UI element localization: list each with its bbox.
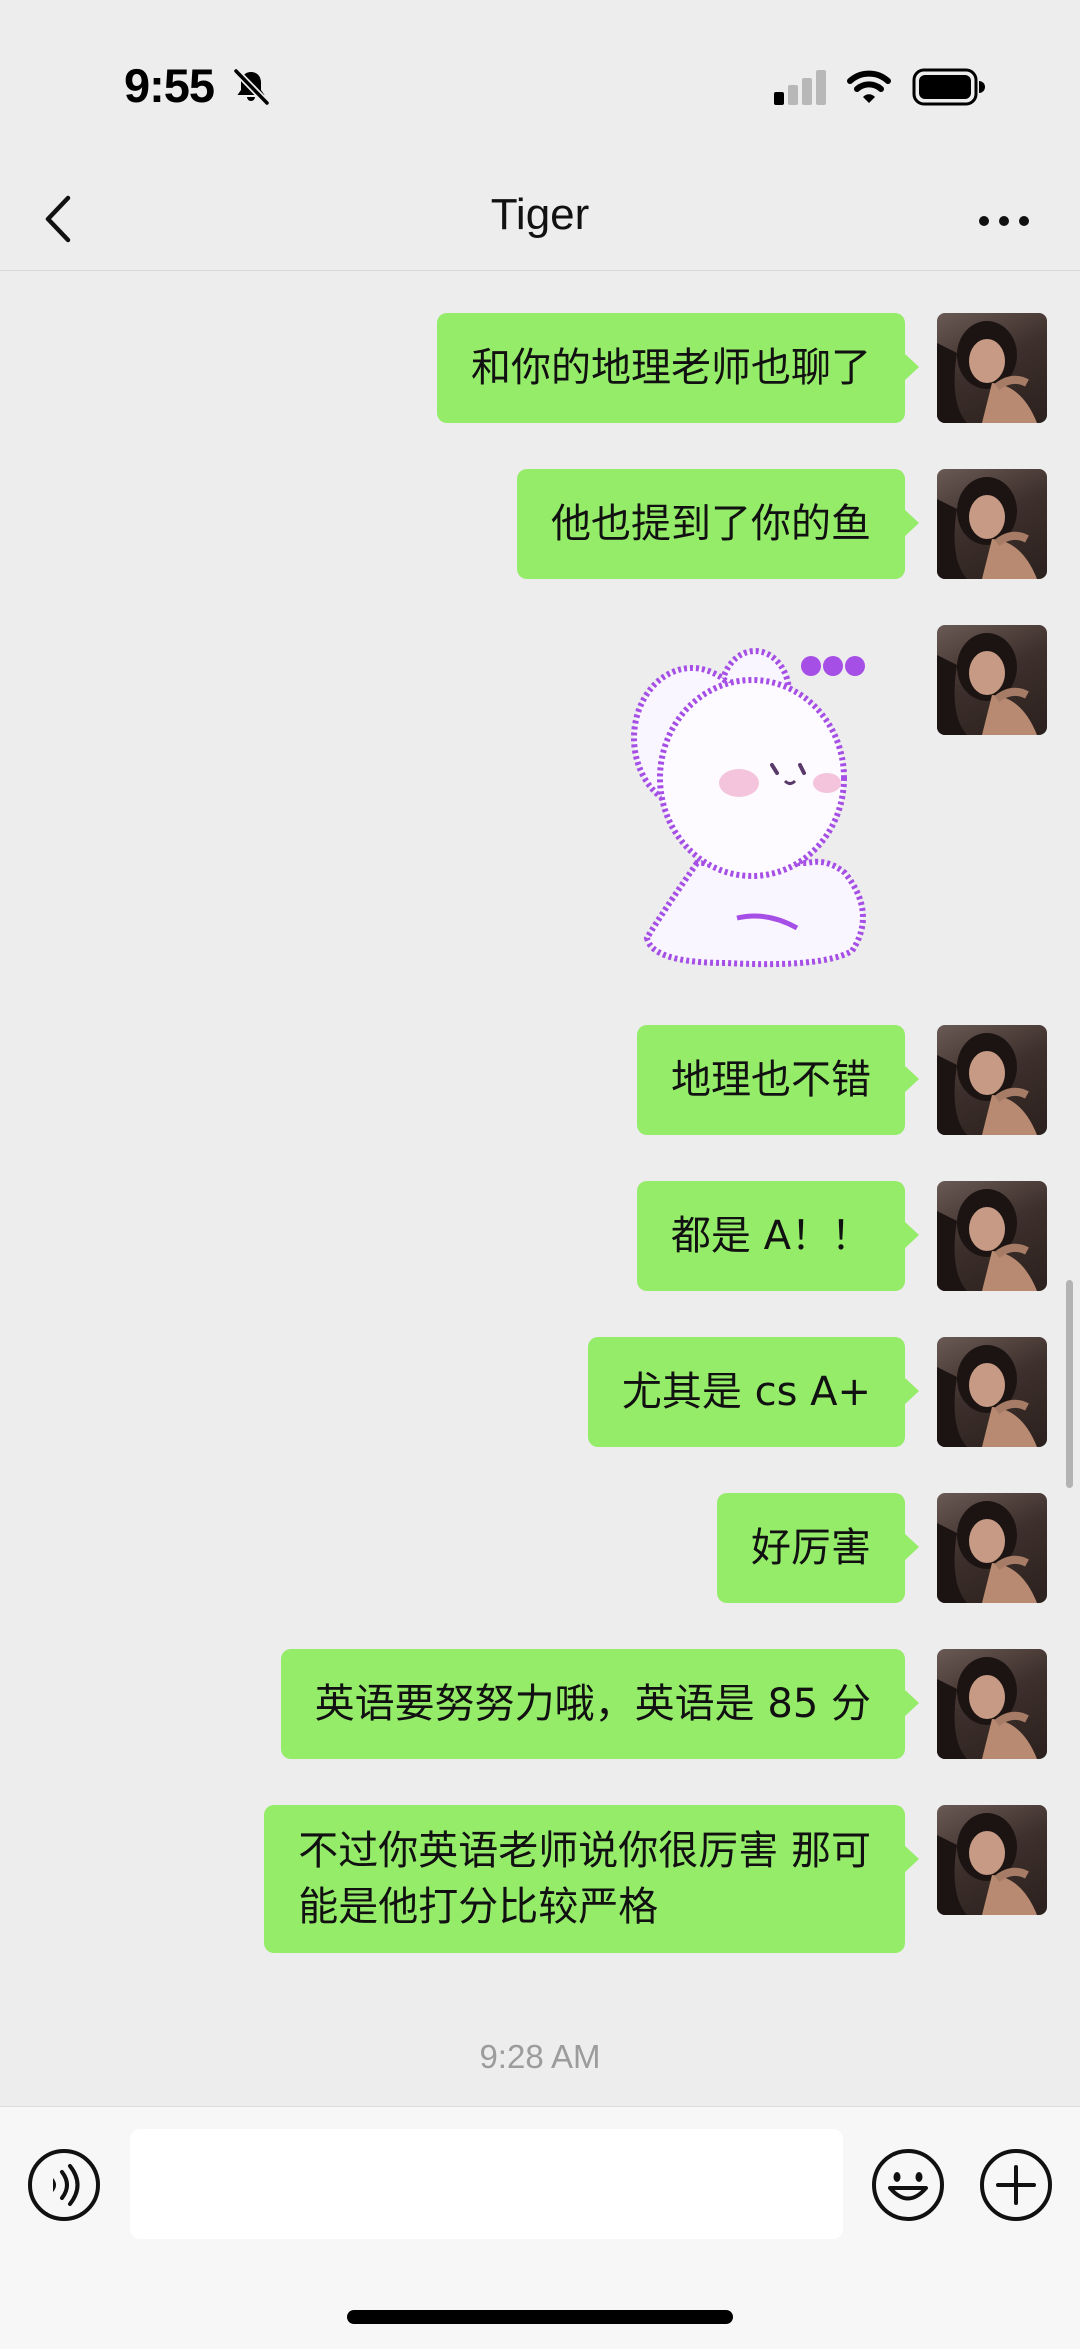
message-bubble[interactable]: 不过你英语老师说你很厉害 那可 能是他打分比较严格 bbox=[264, 1805, 919, 1953]
message-row: 和你的地理老师也聊了 bbox=[437, 313, 1047, 423]
message-input[interactable] bbox=[130, 2129, 843, 2239]
home-indicator bbox=[347, 2310, 733, 2324]
message-bubble[interactable]: 都是 A！！ bbox=[636, 1181, 920, 1291]
avatar-photo bbox=[937, 1501, 1037, 1603]
message-bubble[interactable]: 好厉害 bbox=[717, 1493, 919, 1603]
avatar-photo bbox=[937, 321, 1037, 423]
avatar[interactable] bbox=[937, 625, 1047, 735]
plus-icon[interactable] bbox=[978, 2147, 1054, 2223]
avatar[interactable] bbox=[937, 1181, 1047, 1291]
status-bar: 9:55 bbox=[0, 0, 1080, 170]
avatar[interactable] bbox=[937, 1493, 1047, 1603]
avatar-photo bbox=[937, 1345, 1037, 1447]
wifi-icon bbox=[847, 70, 891, 103]
message-bubble[interactable]: 地理也不错 bbox=[637, 1025, 919, 1135]
cellular-signal-icon bbox=[774, 70, 826, 105]
message-row: 地理也不错 bbox=[637, 1025, 1047, 1135]
message-line: 能是他打分比较严格 bbox=[298, 1884, 659, 1930]
avatar[interactable] bbox=[937, 1649, 1047, 1759]
avatar-photo bbox=[937, 633, 1037, 735]
status-time: 9:55 bbox=[124, 59, 215, 112]
message-bubble[interactable]: 英语要努努力哦，英语是 85 分 bbox=[280, 1649, 920, 1759]
avatar-photo bbox=[937, 477, 1037, 579]
message-line: 不过你英语老师说你很厉害 那可 bbox=[298, 1828, 871, 1874]
message-bubble[interactable]: 尤其是 cs A+ bbox=[587, 1337, 920, 1447]
avatar-photo bbox=[937, 1189, 1037, 1291]
message-row: 都是 A！！ bbox=[636, 1181, 1047, 1291]
battery-icon bbox=[912, 68, 985, 106]
bunny-sticker[interactable] bbox=[607, 633, 887, 973]
message-row: 英语要努努力哦，英语是 85 分 bbox=[280, 1649, 1047, 1759]
message-row: 不过你英语老师说你很厉害 那可 能是他打分比较严格 bbox=[264, 1805, 1047, 1953]
scrollbar[interactable] bbox=[1066, 1280, 1073, 1488]
avatar[interactable] bbox=[937, 313, 1047, 423]
more-options-icon[interactable] bbox=[974, 206, 1034, 236]
bell-slash-icon bbox=[233, 68, 270, 106]
avatar[interactable] bbox=[937, 1337, 1047, 1447]
message-row: 他也提到了你的鱼 bbox=[517, 469, 1047, 579]
message-row: 尤其是 cs A+ bbox=[587, 1337, 1047, 1447]
avatar[interactable] bbox=[937, 469, 1047, 579]
message-bubble[interactable]: 和你的地理老师也聊了 bbox=[437, 313, 919, 423]
voice-input-icon[interactable] bbox=[26, 2147, 102, 2223]
chat-title: Tiger bbox=[490, 190, 590, 239]
message-row bbox=[607, 625, 1047, 973]
avatar[interactable] bbox=[937, 1025, 1047, 1135]
avatar-photo bbox=[937, 1657, 1037, 1759]
message-bubble[interactable]: 他也提到了你的鱼 bbox=[517, 469, 919, 579]
avatar-photo bbox=[937, 1813, 1037, 1915]
avatar-photo bbox=[937, 1033, 1037, 1135]
emoji-icon[interactable] bbox=[870, 2147, 946, 2223]
avatar[interactable] bbox=[937, 1805, 1047, 1915]
chat-header: Tiger bbox=[0, 170, 1080, 271]
message-timestamp: 9:28 AM bbox=[479, 2038, 601, 2075]
message-row: 好厉害 bbox=[717, 1493, 1047, 1603]
